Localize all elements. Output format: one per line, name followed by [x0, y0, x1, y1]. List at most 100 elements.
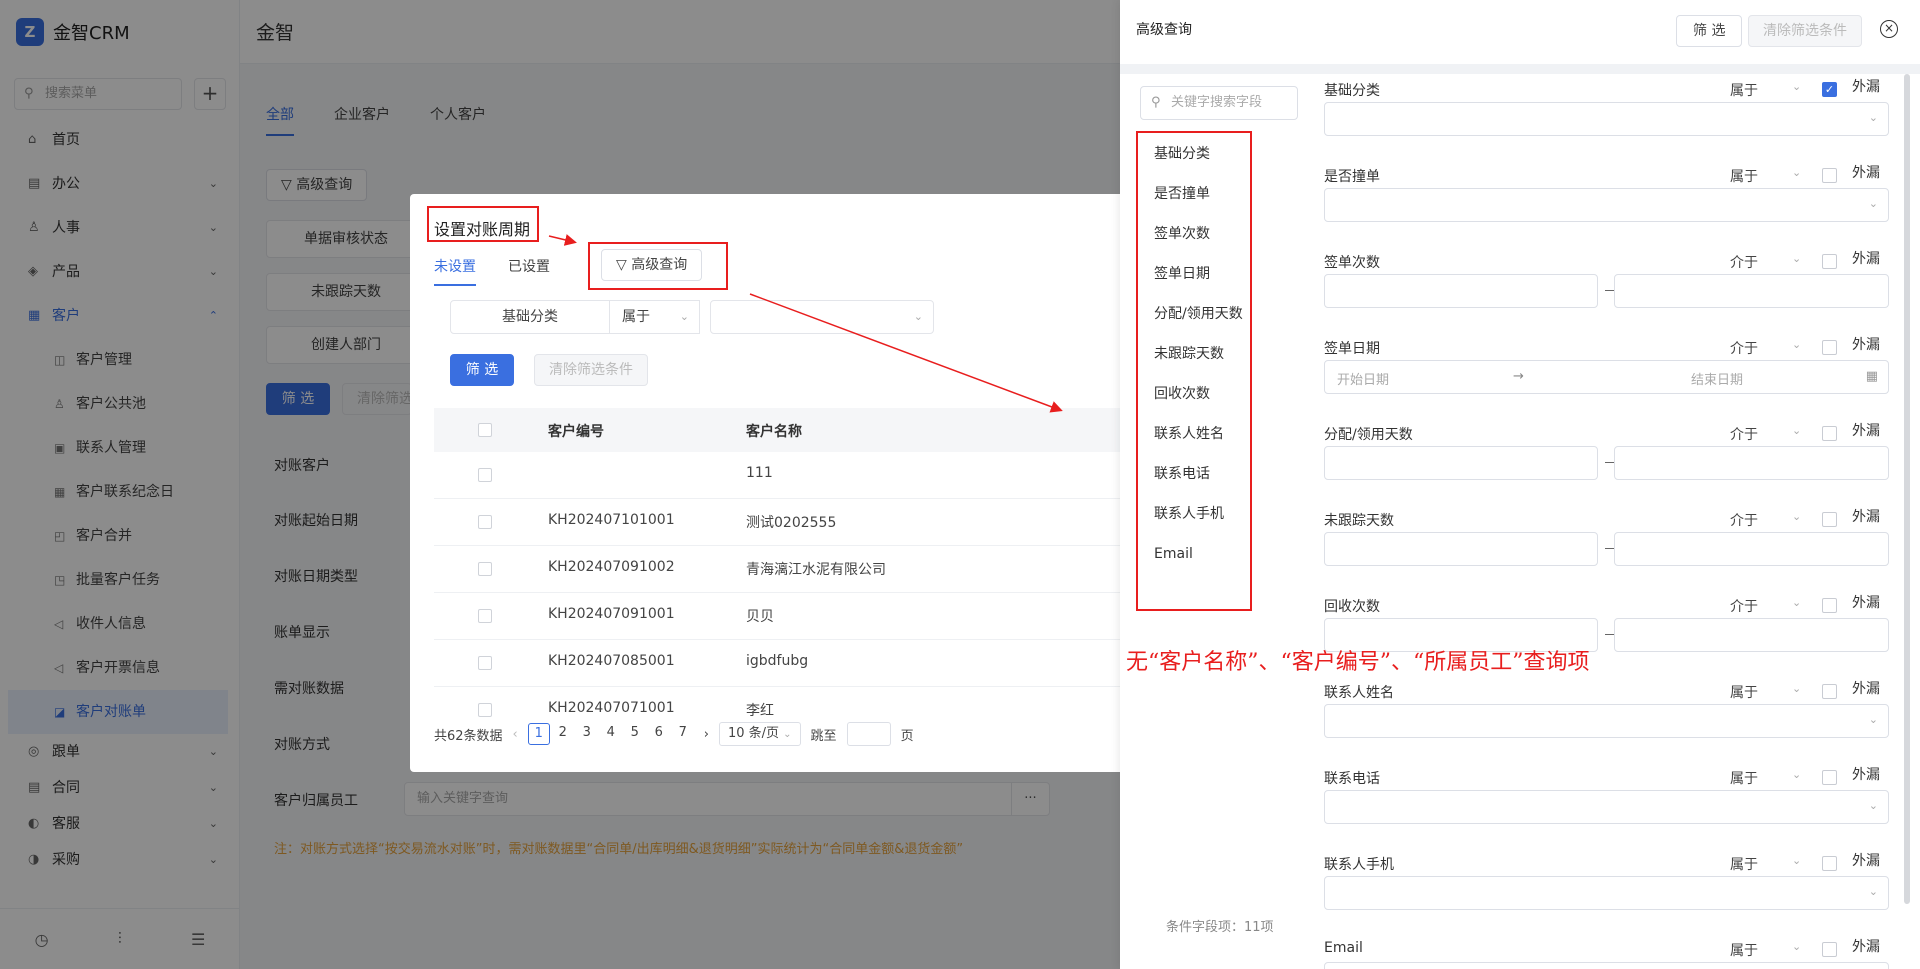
- filter-field-select[interactable]: 基础分类: [450, 300, 610, 334]
- chevron-down-icon: ⌄: [1792, 252, 1802, 265]
- chevron-down-icon: ⌄: [1868, 197, 1878, 210]
- query-field-label: 基础分类: [1324, 83, 1380, 99]
- chevron-down-icon: ⌄: [1792, 596, 1802, 609]
- show-outside-checkbox[interactable]: [1822, 598, 1837, 613]
- operator-select[interactable]: 介于 ⌄: [1730, 424, 1801, 444]
- operator-label: 属于: [1730, 943, 1758, 959]
- dialog-filter-row: 基础分类 属于 ⌄ ⌄: [450, 300, 934, 334]
- row-checkbox[interactable]: [478, 656, 492, 670]
- chevron-down-icon: ⌄: [1868, 799, 1878, 812]
- page-size-select[interactable]: 10 条/页 ⌄: [718, 722, 801, 746]
- row-checkbox[interactable]: [478, 515, 492, 529]
- operator-label: 属于: [1730, 83, 1758, 99]
- row-checkbox[interactable]: [478, 703, 492, 717]
- row-checkbox[interactable]: [478, 562, 492, 576]
- dialog-clear-button[interactable]: 清除筛选条件: [534, 354, 648, 386]
- range-min-input[interactable]: [1324, 446, 1598, 480]
- range-max-input[interactable]: [1614, 532, 1889, 566]
- chevron-down-icon: ⌄: [1868, 885, 1878, 898]
- show-outside-checkbox[interactable]: [1822, 770, 1837, 785]
- page-3[interactable]: 3: [576, 723, 598, 745]
- page-5[interactable]: 5: [624, 723, 646, 745]
- filter-operator-select[interactable]: 属于 ⌄: [610, 300, 700, 334]
- show-outside-checkbox[interactable]: [1822, 856, 1837, 871]
- chevron-down-icon: ⌄: [679, 310, 689, 323]
- show-outside-checkbox[interactable]: [1822, 942, 1837, 957]
- show-outside-checkbox[interactable]: [1822, 426, 1837, 441]
- field-search-input[interactable]: ⚲ 关键字搜索字段: [1140, 86, 1298, 120]
- show-outside-label: 外漏: [1852, 681, 1880, 697]
- show-outside-checkbox[interactable]: [1822, 168, 1837, 183]
- filter-value-select[interactable]: ⌄: [710, 300, 934, 334]
- range-min-input[interactable]: [1324, 532, 1598, 566]
- column-customer-code: 客户编号: [548, 424, 604, 440]
- page-unit-label: 页: [900, 728, 914, 744]
- next-page-icon[interactable]: ›: [704, 727, 709, 742]
- panel-filter-button[interactable]: 筛 选: [1676, 15, 1743, 47]
- query-field-label: 联系人手机: [1324, 857, 1394, 873]
- chevron-down-icon: ⌄: [1792, 80, 1802, 93]
- operator-select[interactable]: 介于 ⌄: [1730, 338, 1801, 358]
- value-select[interactable]: ⌄: [1324, 876, 1889, 910]
- reconcile-period-dialog: 设置对账周期 未设置 已设置 ▽ 高级查询 基础分类 属于 ⌄ ⌄ 筛 选 清除…: [410, 194, 1120, 772]
- range-max-input[interactable]: [1614, 446, 1889, 480]
- chevron-down-icon: ⌄: [1792, 166, 1802, 179]
- close-icon[interactable]: ×: [1880, 20, 1898, 38]
- page-2[interactable]: 2: [552, 723, 574, 745]
- row-checkbox[interactable]: [478, 609, 492, 623]
- operator-select[interactable]: 属于 ⌄: [1730, 682, 1801, 702]
- chevron-down-icon: ⌄: [913, 310, 923, 323]
- value-select[interactable]: ⌄: [1324, 704, 1889, 738]
- operator-label: 属于: [1730, 169, 1758, 185]
- show-outside-checkbox[interactable]: [1822, 340, 1837, 355]
- operator-label: 介于: [1730, 513, 1758, 529]
- range-min-input[interactable]: [1324, 274, 1598, 308]
- operator-select[interactable]: 属于 ⌄: [1730, 80, 1801, 100]
- show-outside-checkbox[interactable]: [1822, 684, 1837, 699]
- tab-set[interactable]: 已设置: [508, 256, 550, 286]
- show-outside-label: 外漏: [1852, 939, 1880, 955]
- operator-label: 属于: [1730, 857, 1758, 873]
- chevron-down-icon: ⌄: [1792, 338, 1802, 351]
- table-header: 客户编号 客户名称: [434, 408, 1120, 452]
- table-row: KH202407091001 贝贝: [434, 593, 1120, 640]
- row-checkbox[interactable]: [478, 468, 492, 482]
- page-1[interactable]: 1: [527, 723, 550, 745]
- query-field-label: 未跟踪天数: [1324, 513, 1394, 529]
- tab-unset[interactable]: 未设置: [434, 256, 476, 286]
- operator-select[interactable]: 属于 ⌄: [1730, 854, 1801, 874]
- page-6[interactable]: 6: [648, 723, 670, 745]
- range-max-input[interactable]: [1614, 274, 1889, 308]
- value-select[interactable]: ⌄: [1324, 102, 1889, 136]
- range-max-input[interactable]: [1614, 618, 1889, 652]
- dialog-filter-button[interactable]: 筛 选: [450, 354, 514, 386]
- value-select[interactable]: ⌄: [1324, 188, 1889, 222]
- prev-page-icon[interactable]: ‹: [513, 727, 518, 742]
- show-outside-checkbox[interactable]: [1822, 254, 1837, 269]
- operator-select[interactable]: 介于 ⌄: [1730, 510, 1801, 530]
- panel-clear-button[interactable]: 清除筛选条件: [1748, 15, 1862, 47]
- operator-select[interactable]: 属于 ⌄: [1730, 940, 1801, 960]
- show-outside-checkbox[interactable]: [1822, 512, 1837, 527]
- chevron-down-icon: ⌄: [1868, 111, 1878, 124]
- operator-select[interactable]: 属于 ⌄: [1730, 166, 1801, 186]
- customer-code-cell: KH202407071001: [548, 700, 675, 716]
- chevron-down-icon: ⌄: [1792, 940, 1802, 953]
- customer-code-cell: KH202407091001: [548, 606, 675, 622]
- operator-select[interactable]: 介于 ⌄: [1730, 252, 1801, 272]
- value-select[interactable]: ⌄: [1324, 962, 1889, 969]
- query-field-label: 是否撞单: [1324, 169, 1380, 185]
- show-outside-checkbox[interactable]: ✓: [1822, 82, 1837, 97]
- operator-select[interactable]: 属于 ⌄: [1730, 768, 1801, 788]
- operator-select[interactable]: 介于 ⌄: [1730, 596, 1801, 616]
- page-7[interactable]: 7: [672, 723, 694, 745]
- show-outside-label: 外漏: [1852, 251, 1880, 267]
- goto-page-input[interactable]: [846, 722, 891, 746]
- value-select[interactable]: ⌄: [1324, 790, 1889, 824]
- page-4[interactable]: 4: [600, 723, 622, 745]
- date-range-picker[interactable]: 开始日期 → 结束日期 ▦: [1324, 360, 1889, 394]
- panel-scrollbar[interactable]: [1904, 74, 1910, 904]
- show-outside-label: 外漏: [1852, 767, 1880, 783]
- customer-code-cell: KH202407091002: [548, 559, 675, 575]
- select-all-checkbox[interactable]: [478, 423, 492, 437]
